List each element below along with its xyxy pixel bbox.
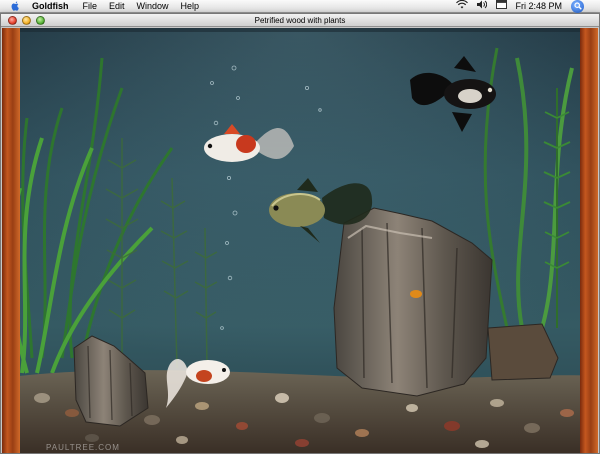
menu-clock[interactable]: Fri 2:48 PM bbox=[515, 0, 562, 13]
close-button[interactable] bbox=[8, 16, 17, 25]
spotlight-icon[interactable] bbox=[571, 0, 584, 13]
menu-bar: Goldfish File Edit Window Help Fri 2:48 … bbox=[0, 0, 600, 13]
fish-small-orange bbox=[410, 290, 422, 298]
menu-file[interactable]: File bbox=[83, 0, 98, 13]
frame-left bbox=[2, 28, 20, 453]
window-title: Petrified wood with plants bbox=[254, 16, 346, 25]
app-window: Petrified wood with plants PAULTREE.COM bbox=[0, 13, 600, 454]
zoom-button[interactable] bbox=[36, 16, 45, 25]
menu-help[interactable]: Help bbox=[181, 0, 200, 13]
apple-icon[interactable] bbox=[11, 1, 20, 12]
calendar-icon[interactable] bbox=[496, 0, 508, 13]
aquarium-scene bbox=[2, 28, 598, 453]
minimize-button[interactable] bbox=[22, 16, 31, 25]
volume-icon[interactable] bbox=[477, 0, 488, 13]
menu-edit[interactable]: Edit bbox=[109, 0, 125, 13]
menu-app-name[interactable]: Goldfish bbox=[32, 0, 69, 13]
menu-window[interactable]: Window bbox=[137, 0, 169, 13]
watermark-text: PAULTREE.COM bbox=[46, 443, 120, 452]
wifi-icon[interactable] bbox=[456, 0, 469, 13]
window-titlebar[interactable]: Petrified wood with plants bbox=[1, 14, 599, 27]
frame-right bbox=[580, 28, 598, 453]
aquarium-view: PAULTREE.COM bbox=[2, 28, 598, 453]
